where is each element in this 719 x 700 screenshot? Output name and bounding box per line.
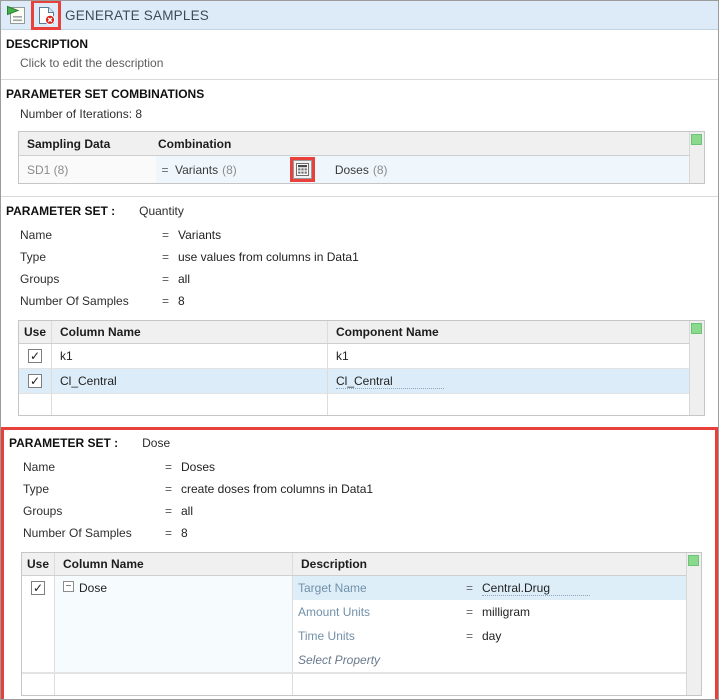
- parameter-set-name[interactable]: Dose: [142, 436, 170, 450]
- column-name-cell[interactable]: Cl_Central: [52, 369, 328, 393]
- col-header-component-name[interactable]: Component Name: [328, 321, 689, 343]
- use-checkbox[interactable]: ✓: [28, 349, 42, 363]
- status-ok-indicator: [688, 555, 699, 566]
- description-heading: DESCRIPTION: [6, 37, 718, 51]
- table-gutter: [689, 132, 704, 183]
- field-row-name[interactable]: Name = Doses: [23, 456, 715, 478]
- table-gutter: [689, 321, 704, 415]
- description-section: DESCRIPTION Click to edit the descriptio…: [1, 30, 718, 80]
- remove-data-icon[interactable]: [34, 3, 58, 27]
- parameter-set-label: PARAMETER SET :: [9, 436, 118, 450]
- field-row-type[interactable]: Type = use values from columns in Data1: [20, 246, 718, 268]
- status-ok-indicator: [691, 323, 702, 334]
- property-row-amount-units[interactable]: Amount Units = milligram: [293, 600, 686, 624]
- dose-description-cell: Target Name = Central.Drug Amount Units …: [293, 576, 686, 672]
- target-name-editable[interactable]: Central.Drug: [482, 581, 590, 596]
- empty-row[interactable]: [19, 394, 689, 415]
- combinations-heading: PARAMETER SET COMBINATIONS: [6, 87, 718, 101]
- table-row-selected[interactable]: ✓ Cl_Central Cl_Central: [19, 369, 689, 394]
- col-header-combination[interactable]: Combination: [156, 132, 689, 155]
- report-icon[interactable]: [4, 3, 28, 27]
- operand-doses-count: (8): [373, 163, 388, 177]
- col-header-column-name[interactable]: Column Name: [52, 321, 328, 343]
- operand-variants[interactable]: Variants: [175, 163, 218, 177]
- annotation-highlight-dose-section: PARAMETER SET : Dose Name = Doses Type =…: [1, 427, 718, 700]
- dose-table: Use Column Name Description ✓ − Dose: [21, 552, 702, 696]
- table-row[interactable]: ✓ k1 k1: [19, 344, 689, 369]
- operand-doses[interactable]: Doses: [335, 163, 369, 177]
- equals-sign: =: [158, 163, 172, 177]
- generate-samples-panel: GENERATE SAMPLES DESCRIPTION Click to ed…: [0, 0, 719, 700]
- parameter-set-name[interactable]: Quantity: [139, 204, 184, 218]
- combinations-table: Sampling Data Combination SD1 (8) = Vari…: [18, 131, 705, 184]
- combination-row[interactable]: SD1 (8) = Variants (8): [19, 156, 689, 183]
- table-gutter: [686, 553, 701, 695]
- dose-set-section: PARAMETER SET : Dose Name = Doses Type =…: [6, 434, 715, 700]
- col-header-use[interactable]: Use: [19, 321, 52, 343]
- iterations-count: Number of Iterations: 8: [20, 107, 718, 121]
- empty-row[interactable]: [22, 673, 686, 695]
- parameter-set-label: PARAMETER SET :: [6, 204, 115, 218]
- field-row-type[interactable]: Type = create doses from columns in Data…: [23, 478, 715, 500]
- component-name-editable[interactable]: Cl_Central: [336, 374, 444, 389]
- operand-variants-count: (8): [222, 163, 237, 177]
- status-ok-indicator: [691, 134, 702, 145]
- annotation-highlight-remove-icon: [31, 0, 61, 30]
- description-placeholder[interactable]: Click to edit the description: [20, 56, 718, 70]
- titlebar: GENERATE SAMPLES: [1, 1, 718, 30]
- property-row-time-units[interactable]: Time Units = day: [293, 624, 686, 648]
- field-row-samples[interactable]: Number Of Samples = 8: [23, 522, 715, 544]
- col-header-description[interactable]: Description: [293, 553, 686, 575]
- component-name-cell[interactable]: k1: [328, 344, 689, 368]
- panel-title: GENERATE SAMPLES: [65, 8, 209, 23]
- dose-row[interactable]: ✓ − Dose Target Name = Central.Drug: [22, 576, 686, 673]
- field-row-groups[interactable]: Groups = all: [20, 268, 718, 290]
- col-header-use[interactable]: Use: [22, 553, 55, 575]
- field-row-name[interactable]: Name = Variants: [20, 224, 718, 246]
- collapse-toggle-icon[interactable]: −: [63, 581, 74, 592]
- column-name-cell[interactable]: k1: [52, 344, 328, 368]
- annotation-highlight-combination-icon: [290, 157, 315, 182]
- property-row-target-name[interactable]: Target Name = Central.Drug: [293, 576, 686, 600]
- use-checkbox[interactable]: ✓: [28, 374, 42, 388]
- sampling-data-cell[interactable]: SD1 (8): [19, 156, 156, 183]
- quantity-table: Use Column Name Component Name ✓ k1 k1 ✓…: [18, 320, 705, 416]
- col-header-sampling-data[interactable]: Sampling Data: [19, 132, 156, 155]
- cartesian-combination-icon[interactable]: [293, 160, 312, 179]
- field-row-samples[interactable]: Number Of Samples = 8: [20, 290, 718, 312]
- col-header-column-name[interactable]: Column Name: [55, 553, 293, 575]
- quantity-set-section: PARAMETER SET : Quantity Name = Variants…: [1, 197, 718, 422]
- property-row-select-property[interactable]: Select Property: [293, 648, 686, 672]
- use-checkbox[interactable]: ✓: [31, 581, 45, 595]
- field-row-groups[interactable]: Groups = all: [23, 500, 715, 522]
- dose-column-name[interactable]: Dose: [79, 581, 107, 595]
- combinations-section: PARAMETER SET COMBINATIONS Number of Ite…: [1, 80, 718, 197]
